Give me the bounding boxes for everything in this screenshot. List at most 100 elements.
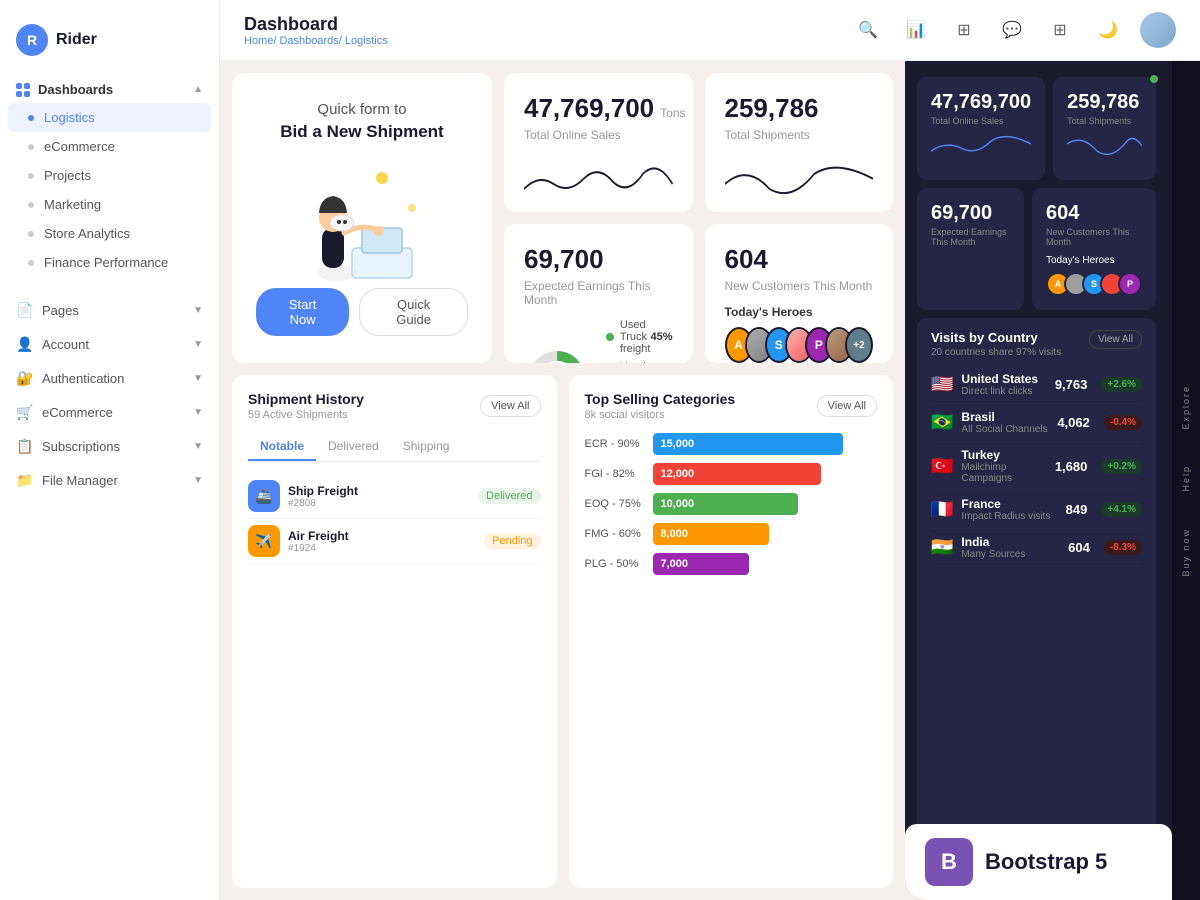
dashboards-chevron: ▲ — [193, 84, 203, 95]
dark-label-4: New Customers This Month — [1046, 227, 1142, 247]
country-value-4: 604 — [1068, 540, 1090, 555]
selling-view-all-button[interactable]: View All — [817, 395, 877, 417]
country-change-1: -0.4% — [1104, 415, 1142, 430]
pages-chevron: ▼ — [193, 305, 203, 316]
sidebar-item-auth[interactable]: 🔐 Authentication ▼ — [0, 361, 219, 395]
logo[interactable]: R Rider — [0, 16, 219, 76]
bar-value-2: 10,000 — [661, 498, 695, 510]
shipment-tabs: Notable Delivered Shipping — [248, 433, 541, 462]
sidebar-item-files[interactable]: 📁 File Manager ▼ — [0, 463, 219, 497]
bar-label-3: FMG - 60% — [585, 528, 645, 540]
dark-val-4: 604 — [1046, 202, 1142, 225]
right-panel: Explore Help Buy now 47,769,700 Total On… — [905, 61, 1200, 900]
bar-container-3: 8,000 — [653, 523, 878, 545]
dark-stat-3: 69,700 Expected Earnings This Month — [917, 188, 1024, 310]
sidebar-item-subscriptions[interactable]: 📋 Subscriptions ▼ — [0, 429, 219, 463]
dark-mid-stats: 69,700 Expected Earnings This Month 604 … — [905, 188, 1200, 318]
tab-delivered[interactable]: Delivered — [316, 433, 391, 461]
country-flag-3: 🇫🇷 — [931, 499, 953, 520]
ship-status-2: Pending — [484, 533, 540, 549]
start-now-button[interactable]: Start Now — [256, 288, 349, 336]
sidebar-item-account[interactable]: 👤 Account ▼ — [0, 327, 219, 361]
buy-now-label[interactable]: Buy now — [1181, 528, 1191, 577]
quick-guide-button[interactable]: Quick Guide — [359, 288, 468, 336]
explore-label[interactable]: Explore — [1181, 385, 1191, 430]
country-item-1: 🇧🇷 Brasil All Social Channels 4,062 -0.4… — [931, 404, 1142, 442]
bar-container-1: 12,000 — [653, 463, 878, 485]
tab-shipping[interactable]: Shipping — [391, 433, 462, 461]
header-title-section: Dashboard Home/ Dashboards/ Logistics — [244, 14, 388, 47]
country-source-4: Many Sources — [961, 549, 1060, 560]
bootstrap-label: Bootstrap 5 — [985, 849, 1107, 875]
apps-button[interactable]: ⊞ — [1044, 14, 1076, 46]
stat-card-online-sales: 47,769,700 Tons Total Online Sales — [504, 73, 693, 212]
bid-illustration — [282, 158, 442, 288]
file-chevron: ▼ — [193, 475, 203, 486]
country-change-4: -8.3% — [1104, 540, 1142, 555]
stat-value-3: 69,700 — [524, 244, 673, 275]
dark-mode-toggle[interactable]: 🌙 — [1092, 14, 1124, 46]
bar-label-4: PLG - 50% — [585, 558, 645, 570]
account-chevron: ▼ — [193, 339, 203, 350]
sidebar-item-finance[interactable]: Finance Performance — [0, 248, 219, 277]
legend-truck: Used Truck freight 45% — [606, 319, 673, 355]
dark-stat-4: 604 New Customers This Month Today's Her… — [1032, 188, 1156, 310]
dark-val-1: 47,769,700 — [931, 91, 1031, 114]
mini-chart-1 — [524, 154, 673, 204]
ecom-chevron: ▼ — [193, 407, 203, 418]
bar-label-0: ECR - 90% — [585, 438, 645, 450]
sidebar-item-marketing[interactable]: Marketing — [0, 190, 219, 219]
sidebar: R Rider Dashboards ▲ Logistics eCommerce… — [0, 0, 220, 900]
stat-label-3: Expected Earnings This Month — [524, 279, 673, 307]
chat-button[interactable]: 💬 — [996, 14, 1028, 46]
sidebar-item-pages[interactable]: 📄 Pages ▼ — [0, 293, 219, 327]
dark-val-2: 259,786 — [1067, 91, 1142, 114]
shipment-header: Shipment History 59 Active Shipments Vie… — [248, 391, 541, 421]
search-button[interactable]: 🔍 — [852, 14, 884, 46]
dot — [28, 260, 34, 266]
help-label[interactable]: Help — [1181, 465, 1191, 492]
country-change-2: +0.2% — [1101, 459, 1142, 474]
bar-label-2: EOQ - 75% — [585, 498, 645, 510]
heroes-label-dark: Today's Heroes — [1046, 255, 1142, 266]
country-name-3: France — [961, 497, 1057, 511]
bar-rows: ECR - 90% 15,000 FGI - 82% 12,000 EOQ - … — [585, 433, 878, 575]
legend-ship: Used Ship freight 21% — [606, 361, 673, 363]
grid-button[interactable]: ⊞ — [948, 14, 980, 46]
explore-sidebar: Explore Help Buy now — [1172, 61, 1200, 900]
sidebar-item-ecom[interactable]: 🛒 eCommerce ▼ — [0, 395, 219, 429]
header: Dashboard Home/ Dashboards/ Logistics 🔍 … — [220, 0, 1200, 61]
bar-row-2: EOQ - 75% 10,000 — [585, 493, 878, 515]
tab-notable[interactable]: Notable — [248, 433, 316, 461]
sidebar-item-ecommerce[interactable]: eCommerce — [0, 132, 219, 161]
shipment-view-all-button[interactable]: View All — [480, 395, 540, 417]
bar-fill-0: 15,000 — [653, 433, 844, 455]
avatar[interactable] — [1140, 12, 1176, 48]
sidebar-item-projects[interactable]: Projects — [0, 161, 219, 190]
pages-icon: 📄 — [16, 301, 34, 319]
ecom-icon: 🛒 — [16, 403, 34, 421]
heroes-avatars: A S P — [725, 327, 874, 363]
dark-heroes-avatars: A S P — [1046, 272, 1142, 296]
country-change-3: +4.1% — [1101, 502, 1142, 517]
ship-name-2: Air Freight — [288, 529, 476, 543]
dashboards-group[interactable]: Dashboards ▲ — [0, 76, 219, 103]
dark-mini-chart-1 — [931, 126, 1031, 161]
stat-label-2: Total Shipments — [725, 128, 874, 142]
app-name: Rider — [56, 31, 97, 49]
sidebar-item-store-analytics[interactable]: Store Analytics — [0, 219, 219, 248]
dark-val-3: 69,700 — [931, 202, 1010, 225]
chart-button[interactable]: 📊 — [900, 14, 932, 46]
sidebar-item-logistics[interactable]: Logistics — [8, 103, 211, 132]
shipment-item-2: ✈️ Air Freight #1924 Pending — [248, 519, 541, 564]
visits-subtitle: 20 countries share 97% visits — [931, 347, 1061, 358]
country-info-4: India Many Sources — [961, 535, 1060, 560]
country-name-2: Turkey — [961, 448, 1046, 462]
visits-view-all-button[interactable]: View All — [1089, 330, 1142, 349]
country-source-1: All Social Channels — [961, 424, 1049, 435]
country-source-0: Direct link clicks — [961, 386, 1046, 397]
country-value-0: 9,763 — [1055, 377, 1088, 392]
country-info-0: United States Direct link clicks — [961, 372, 1046, 397]
country-source-2: Mailchimp Campaigns — [961, 462, 1046, 484]
dot — [28, 173, 34, 179]
